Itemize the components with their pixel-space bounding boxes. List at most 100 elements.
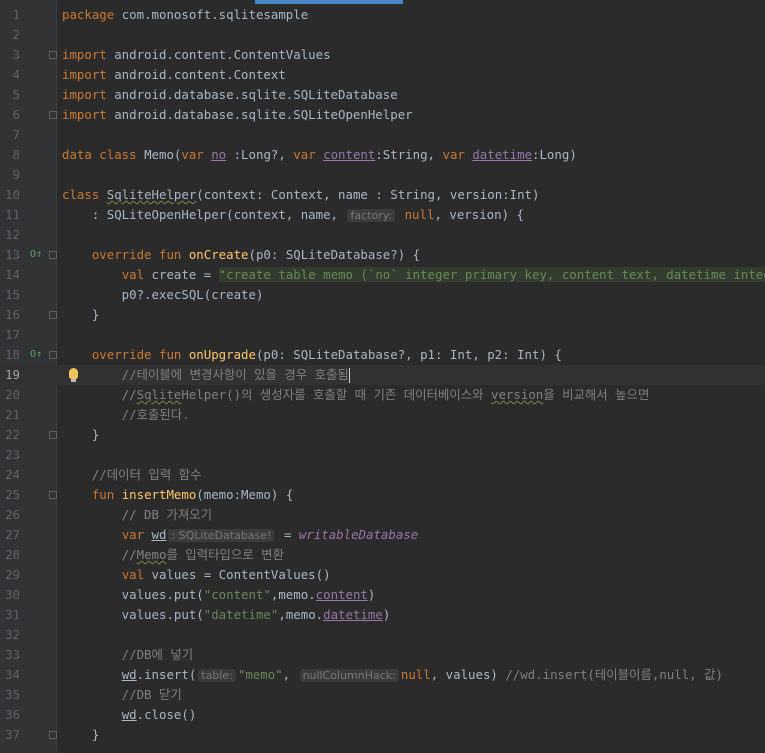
code-text: import android.database.sqlite.SQLiteOpe… [62, 105, 413, 125]
code-token: data class [62, 147, 145, 162]
line-number: 6 [12, 107, 20, 122]
fold-marker-icon[interactable] [49, 251, 57, 259]
code-token: //호출된다. [62, 407, 190, 422]
code-token: ) [367, 587, 376, 602]
line-number: 28 [5, 547, 20, 562]
fold-marker-icon[interactable] [49, 311, 57, 319]
code-line[interactable]: 29 val values = ContentValues() [0, 565, 765, 585]
code-token: // [62, 547, 137, 562]
code-line[interactable]: 35 //DB 닫기 [0, 685, 765, 705]
fold-marker-icon[interactable] [49, 731, 57, 739]
line-number: 14 [5, 267, 20, 282]
code-line[interactable]: 31 values.put("datetime",memo.datetime) [0, 605, 765, 625]
code-line[interactable]: 16 } [0, 305, 765, 325]
line-number: 4 [12, 67, 20, 82]
code-line[interactable]: 24 //데이터 입력 함수 [0, 465, 765, 485]
fold-marker-icon[interactable] [49, 351, 57, 359]
code-line[interactable]: 15 p0?.execSQL(create) [0, 285, 765, 305]
code-text: import android.database.sqlite.SQLiteDat… [62, 85, 398, 105]
code-line[interactable]: 33 //DB에 넣기 [0, 645, 765, 665]
code-line[interactable]: 32 [0, 625, 765, 645]
code-line[interactable]: 20 //SqliteHelper()의 생성자를 호출할 때 기존 데이터베이… [0, 385, 765, 405]
code-token: import [62, 107, 115, 122]
fold-marker-icon[interactable] [49, 111, 57, 119]
code-text: val values = ContentValues() [62, 565, 331, 585]
line-number: 16 [5, 307, 20, 322]
code-token: "memo" [237, 667, 283, 682]
code-text: //데이터 입력 함수 [62, 465, 202, 485]
code-line[interactable]: 2 [0, 25, 765, 45]
code-line[interactable]: 25 fun insertMemo(memo:Memo) { [0, 485, 765, 505]
code-line[interactable]: 30 values.put("content",memo.content) [0, 585, 765, 605]
code-line[interactable]: 14 val create = "create table memo (`no`… [0, 265, 765, 285]
code-line[interactable]: 8 data class Memo(var no :Long?, var cont… [0, 145, 765, 165]
code-line[interactable]: 3 import android.content.ContentValues [0, 45, 765, 65]
code-line[interactable]: 23 [0, 445, 765, 465]
code-text: values.put("datetime",memo.datetime) [62, 605, 391, 625]
code-line[interactable]: 6 import android.database.sqlite.SQLiteOp… [0, 105, 765, 125]
code-token: ,memo. [278, 607, 324, 622]
override-marker-icon[interactable]: O↑ [30, 348, 42, 362]
code-line[interactable]: 13 O↑ override fun onCreate(p0: SQLiteDat… [0, 245, 765, 265]
code-line[interactable]: 4 import android.content.Context [0, 65, 765, 85]
line-number: 10 [5, 187, 20, 202]
code-token: android.database.sqlite.SQLiteOpenHelper [114, 107, 413, 122]
line-number: 12 [5, 227, 20, 242]
code-line[interactable]: 17 [0, 325, 765, 345]
code-token: 을 비교해서 높으면 [543, 387, 650, 402]
code-line[interactable]: 28 //Memo를 입력타입으로 변환 [0, 545, 765, 565]
code-line[interactable]: 21 //호출된다. [0, 405, 765, 425]
code-token: content [323, 147, 376, 162]
fold-marker-icon[interactable] [49, 491, 57, 499]
code-token: android.database.sqlite.SQLiteDatabase [114, 87, 398, 102]
code-line[interactable]: 1 package com.monosoft.sqlitesample [0, 5, 765, 25]
code-line[interactable]: 36 wd.close() [0, 705, 765, 725]
code-line[interactable]: 7 [0, 125, 765, 145]
line-number: 23 [5, 447, 20, 462]
code-text: values.put("content",memo.content) [62, 585, 376, 605]
code-token: onUpgrade [188, 347, 256, 362]
code-token: var [442, 147, 473, 162]
code-line[interactable]: 22 } [0, 425, 765, 445]
code-text: package com.monosoft.sqlitesample [62, 5, 308, 25]
code-line[interactable]: 37 } [0, 725, 765, 745]
code-token: val [121, 267, 152, 282]
code-token: , version) { [434, 207, 524, 222]
fold-marker-icon[interactable] [49, 51, 57, 59]
code-line[interactable]: 34 wd.insert(table: "memo", nullColumnHac… [0, 665, 765, 685]
code-token: Helper()의 생성자를 호출할 때 기존 데이터베이스와 [181, 387, 492, 402]
code-line[interactable]: 26 // DB 가져오기 [0, 505, 765, 525]
code-line[interactable]: 9 [0, 165, 765, 185]
parameter-hint: table: [198, 669, 236, 682]
code-token: package [62, 7, 122, 22]
code-line[interactable]: 10 class SqliteHelper(context: Context, n… [0, 185, 765, 205]
code-line[interactable]: 27 var wd: SQLiteDatabase! = writableDat… [0, 525, 765, 545]
code-token: onCreate [188, 247, 249, 262]
code-token: "create table memo (`no` integer primary… [218, 267, 765, 282]
fold-marker-icon[interactable] [49, 431, 57, 439]
code-text: override fun onUpgrade(p0: SQLiteDatabas… [62, 345, 562, 365]
code-token: override fun [91, 247, 189, 262]
code-token: version [491, 387, 544, 402]
code-token: var [181, 147, 212, 162]
code-line[interactable]: 5 import android.database.sqlite.SQLiteDa… [0, 85, 765, 105]
lightbulb-icon[interactable] [69, 368, 78, 382]
line-number: 24 [5, 467, 20, 482]
override-marker-icon[interactable]: O↑ [30, 248, 42, 262]
code-line[interactable]: 11 : SQLiteOpenHelper(context, name, fac… [0, 205, 765, 225]
code-token: (memo:Memo) { [196, 487, 294, 502]
code-token: wd [121, 667, 137, 682]
code-line[interactable]: 18 O↑ override fun onUpgrade(p0: SQLiteDa… [0, 345, 765, 365]
code-token: null [400, 667, 431, 682]
code-token: // [62, 387, 137, 402]
code-line[interactable]: 12 [0, 225, 765, 245]
code-text: override fun onCreate(p0: SQLiteDatabase… [62, 245, 420, 265]
code-token: : SQLiteOpenHelper(context, name, [62, 207, 346, 222]
code-text: import android.content.ContentValues [62, 45, 331, 65]
code-line[interactable]: 19 //테이블에 변경사항이 있을 경우 호출됨 [0, 365, 765, 385]
line-number: 8 [12, 147, 20, 162]
